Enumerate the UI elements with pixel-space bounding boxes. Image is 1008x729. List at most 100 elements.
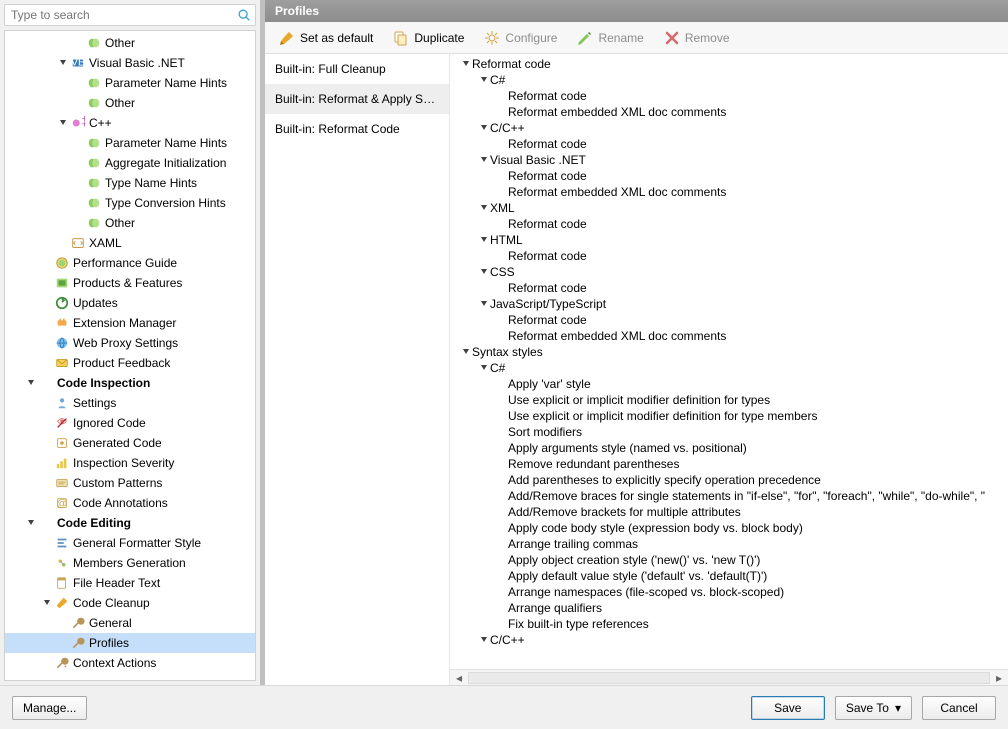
- remove-button[interactable]: Remove: [660, 28, 734, 48]
- twisty-icon[interactable]: [478, 364, 490, 372]
- twisty-icon[interactable]: [478, 204, 490, 212]
- tree-item[interactable]: Performance Guide: [5, 253, 255, 273]
- tree-item[interactable]: Ignored Code: [5, 413, 255, 433]
- twisty-icon[interactable]: [57, 119, 69, 127]
- detail-row[interactable]: Use explicit or implicit modifier defini…: [456, 408, 1002, 424]
- set-default-button[interactable]: Set as default: [275, 28, 377, 48]
- tree-item[interactable]: Code Cleanup: [5, 593, 255, 613]
- detail-row[interactable]: CSS: [456, 264, 1002, 280]
- tree-item[interactable]: Profiles: [5, 633, 255, 653]
- detail-row[interactable]: Apply object creation style ('new()' vs.…: [456, 552, 1002, 568]
- horizontal-scrollbar[interactable]: ◂ ▸: [450, 669, 1008, 685]
- detail-row[interactable]: Visual Basic .NET: [456, 152, 1002, 168]
- details-tree[interactable]: Reformat codeC#Reformat codeReformat emb…: [450, 54, 1008, 669]
- tree-item[interactable]: Code Editing: [5, 513, 255, 533]
- tree-item[interactable]: Web Proxy Settings: [5, 333, 255, 353]
- scroll-right-icon[interactable]: ▸: [992, 672, 1006, 684]
- tree-item[interactable]: General Formatter Style: [5, 533, 255, 553]
- profile-row[interactable]: Built-in: Reformat & Apply Syn...: [265, 84, 449, 114]
- tree-item[interactable]: Generated Code: [5, 433, 255, 453]
- tree-item[interactable]: Settings: [5, 393, 255, 413]
- twisty-icon[interactable]: [478, 300, 490, 308]
- tree-item[interactable]: Parameter Name Hints: [5, 133, 255, 153]
- configure-button[interactable]: Configure: [480, 28, 561, 48]
- detail-row[interactable]: Reformat embedded XML doc comments: [456, 104, 1002, 120]
- detail-row[interactable]: JavaScript/TypeScript: [456, 296, 1002, 312]
- duplicate-button[interactable]: Duplicate: [389, 28, 468, 48]
- twisty-icon[interactable]: [478, 156, 490, 164]
- detail-row[interactable]: Use explicit or implicit modifier defini…: [456, 392, 1002, 408]
- detail-row[interactable]: Reformat code: [456, 136, 1002, 152]
- detail-row[interactable]: Reformat code: [456, 248, 1002, 264]
- twisty-icon[interactable]: [41, 599, 53, 607]
- manage-button[interactable]: Manage...: [12, 696, 87, 720]
- tree-item[interactable]: Product Feedback: [5, 353, 255, 373]
- tree-item[interactable]: Other: [5, 93, 255, 113]
- detail-row[interactable]: Arrange trailing commas: [456, 536, 1002, 552]
- profiles-list[interactable]: Built-in: Full CleanupBuilt-in: Reformat…: [265, 54, 450, 685]
- twisty-icon[interactable]: [478, 236, 490, 244]
- search-input[interactable]: [9, 7, 237, 23]
- detail-row[interactable]: Reformat embedded XML doc comments: [456, 184, 1002, 200]
- twisty-icon[interactable]: [57, 59, 69, 67]
- detail-row[interactable]: Reformat code: [456, 56, 1002, 72]
- tree-item[interactable]: Aggregate Initialization: [5, 153, 255, 173]
- detail-row[interactable]: Add/Remove brackets for multiple attribu…: [456, 504, 1002, 520]
- detail-row[interactable]: Reformat code: [456, 312, 1002, 328]
- tree-item[interactable]: ++C++: [5, 113, 255, 133]
- detail-row[interactable]: Arrange namespaces (file-scoped vs. bloc…: [456, 584, 1002, 600]
- detail-row[interactable]: HTML: [456, 232, 1002, 248]
- twisty-icon[interactable]: [478, 76, 490, 84]
- tree-item[interactable]: Other: [5, 213, 255, 233]
- tree-item[interactable]: Parameter Name Hints: [5, 73, 255, 93]
- detail-row[interactable]: Reformat code: [456, 216, 1002, 232]
- search-icon[interactable]: [237, 8, 251, 22]
- tree-item[interactable]: XAML: [5, 233, 255, 253]
- detail-row[interactable]: Sort modifiers: [456, 424, 1002, 440]
- detail-row[interactable]: Add/Remove braces for single statements …: [456, 488, 1002, 504]
- detail-row[interactable]: C#: [456, 72, 1002, 88]
- detail-row[interactable]: Reformat code: [456, 88, 1002, 104]
- detail-row[interactable]: Apply code body style (expression body v…: [456, 520, 1002, 536]
- settings-tree[interactable]: OtherVBVisual Basic .NETParameter Name H…: [4, 30, 256, 681]
- scroll-left-icon[interactable]: ◂: [452, 672, 466, 684]
- detail-row[interactable]: C/C++: [456, 120, 1002, 136]
- twisty-icon[interactable]: [460, 60, 472, 68]
- detail-row[interactable]: Reformat code: [456, 280, 1002, 296]
- rename-button[interactable]: Rename: [573, 28, 647, 48]
- twisty-icon[interactable]: [478, 268, 490, 276]
- tree-item[interactable]: Updates: [5, 293, 255, 313]
- detail-row[interactable]: Arrange qualifiers: [456, 600, 1002, 616]
- tree-item[interactable]: VBVisual Basic .NET: [5, 53, 255, 73]
- detail-row[interactable]: Add parentheses to explicitly specify op…: [456, 472, 1002, 488]
- tree-item[interactable]: Custom Patterns: [5, 473, 255, 493]
- cancel-button[interactable]: Cancel: [922, 696, 996, 720]
- tree-item[interactable]: Type Name Hints: [5, 173, 255, 193]
- save-button[interactable]: Save: [751, 696, 825, 720]
- twisty-icon[interactable]: [25, 379, 37, 387]
- detail-row[interactable]: Apply arguments style (named vs. positio…: [456, 440, 1002, 456]
- detail-row[interactable]: XML: [456, 200, 1002, 216]
- detail-row[interactable]: Reformat embedded XML doc comments: [456, 328, 1002, 344]
- detail-row[interactable]: Apply default value style ('default' vs.…: [456, 568, 1002, 584]
- profile-row[interactable]: Built-in: Reformat Code: [265, 114, 449, 144]
- twisty-icon[interactable]: [478, 636, 490, 644]
- tree-item[interactable]: Extension Manager: [5, 313, 255, 333]
- profile-row[interactable]: Built-in: Full Cleanup: [265, 54, 449, 84]
- tree-item[interactable]: File Header Text: [5, 573, 255, 593]
- tree-item[interactable]: @Code Annotations: [5, 493, 255, 513]
- tree-item[interactable]: Products & Features: [5, 273, 255, 293]
- twisty-icon[interactable]: [478, 124, 490, 132]
- detail-row[interactable]: C#: [456, 360, 1002, 376]
- twisty-icon[interactable]: [25, 519, 37, 527]
- tree-item[interactable]: Code Inspection: [5, 373, 255, 393]
- detail-row[interactable]: Apply 'var' style: [456, 376, 1002, 392]
- tree-item[interactable]: Context Actions: [5, 653, 255, 673]
- detail-row[interactable]: Reformat code: [456, 168, 1002, 184]
- detail-row[interactable]: C/C++: [456, 632, 1002, 648]
- detail-row[interactable]: Remove redundant parentheses: [456, 456, 1002, 472]
- twisty-icon[interactable]: [460, 348, 472, 356]
- tree-item[interactable]: Inspection Severity: [5, 453, 255, 473]
- tree-item[interactable]: General: [5, 613, 255, 633]
- scroll-track[interactable]: [468, 672, 990, 684]
